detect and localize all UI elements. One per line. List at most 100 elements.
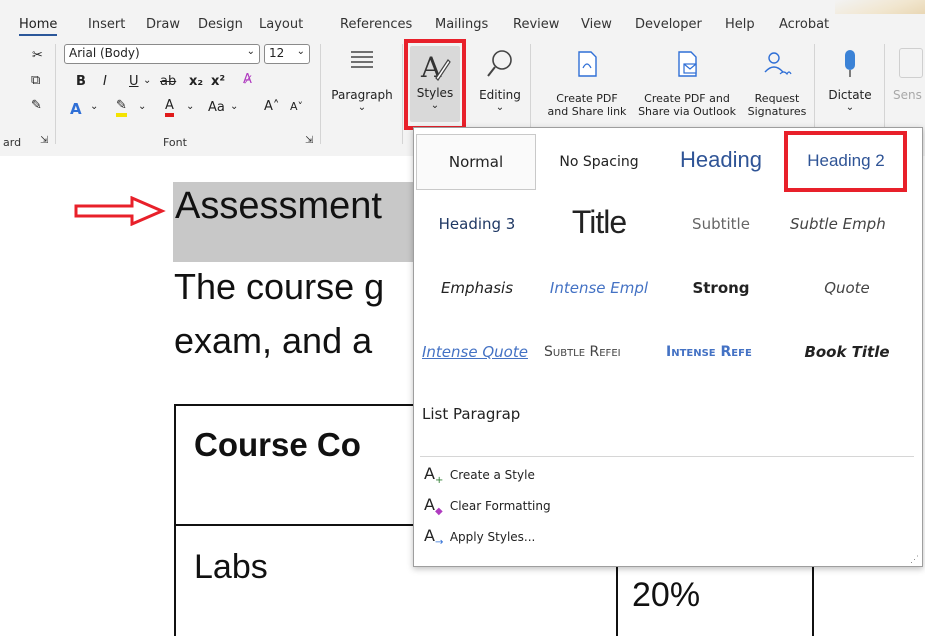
create-style-action[interactable]: A+ Create a Style [424, 464, 535, 486]
tab-help[interactable]: Help [725, 17, 755, 32]
create-pdf-outlook-button[interactable]: Create PDF and Share via Outlook [634, 50, 740, 118]
table-cell-labs[interactable]: Labs [194, 548, 268, 587]
cut-icon[interactable]: ✂ [32, 48, 43, 63]
style-title[interactable]: Title [538, 198, 660, 246]
clipboard-group-label: ard [3, 136, 22, 149]
clipboard-launcher-icon[interactable]: ⇲ [40, 135, 48, 146]
microphone-icon [845, 50, 855, 77]
dictate-button[interactable]: Dictate ⌄ [822, 48, 878, 113]
dropdown-divider [420, 456, 914, 457]
apply-styles-icon: A→ [424, 526, 444, 549]
chevron-down-icon: ⌄ [495, 102, 505, 113]
grow-font-button[interactable]: A˄ [264, 99, 279, 114]
style-heading-3[interactable]: Heading 3 [416, 200, 538, 248]
font-name-combobox[interactable]: Arial (Body) ⌄ [64, 44, 260, 64]
style-no-spacing[interactable]: No Spacing [538, 138, 660, 186]
sensitivity-button[interactable]: Sens [893, 48, 925, 102]
ribbon-tab-bar: Home Insert Draw Design Layout Reference… [0, 0, 925, 38]
request-signatures-button[interactable]: Request Signatures [742, 50, 812, 118]
bold-button[interactable]: B [76, 74, 86, 89]
styles-gallery-dropdown: Normal No Spacing Heading Heading 2 Head… [413, 127, 923, 567]
paragraph-button[interactable]: Paragraph ⌄ [326, 48, 398, 113]
font-name-value: Arial (Body) [69, 46, 140, 60]
tab-layout[interactable]: Layout [259, 17, 303, 32]
editing-button[interactable]: Editing ⌄ [474, 48, 526, 113]
title-bar-decoration [835, 0, 925, 14]
create-pdf-line1: Create PDF [556, 92, 618, 105]
table-cell-percent[interactable]: 20% [632, 576, 700, 615]
tab-home[interactable]: Home [19, 17, 58, 36]
sensitivity-label: Sens [893, 88, 922, 102]
create-pdf-line2: and Share link [547, 105, 627, 118]
style-strong[interactable]: Strong [660, 264, 782, 312]
highlight-color-icon[interactable]: ✎ [116, 99, 127, 117]
font-size-combobox[interactable]: 12 ⌄ [264, 44, 310, 64]
strikethrough-button[interactable]: ab [160, 74, 176, 89]
chevron-down-icon: ⌄ [246, 46, 255, 57]
copy-icon[interactable]: ⧉ [31, 73, 40, 88]
chevron-down-icon[interactable]: ⌄ [143, 75, 151, 86]
style-heading[interactable]: Heading [660, 136, 782, 184]
paragraph-icon [351, 51, 373, 68]
create-pdf-outlook-line2: Share via Outlook [638, 105, 736, 118]
paragraph-label: Paragraph [331, 88, 393, 102]
document-heading[interactable]: Assessment [175, 185, 382, 228]
tab-view[interactable]: View [581, 17, 612, 32]
tab-insert[interactable]: Insert [88, 17, 125, 32]
text-effects-button[interactable]: A [70, 100, 82, 118]
style-subtle-emphasis[interactable]: Subtle Emph [786, 200, 912, 248]
paragraph-line-2[interactable]: exam, and a [174, 320, 372, 362]
red-arrow-annotation [74, 196, 166, 226]
request-line2: Signatures [747, 105, 807, 118]
font-color-button[interactable]: A [165, 98, 174, 117]
apply-styles-action[interactable]: A→ Apply Styles... [424, 526, 535, 548]
chevron-down-icon: ⌄ [357, 102, 367, 113]
chevron-down-icon[interactable]: ⌄ [186, 101, 194, 112]
style-list-paragraph[interactable]: List Paragrap [416, 390, 544, 438]
tab-draw[interactable]: Draw [146, 17, 180, 32]
format-painter-icon[interactable]: ✎ [31, 98, 42, 113]
superscript-button[interactable]: x² [211, 74, 225, 89]
tab-developer[interactable]: Developer [635, 17, 702, 32]
tab-mailings[interactable]: Mailings [435, 17, 488, 32]
style-quote[interactable]: Quote [786, 264, 908, 312]
change-case-button[interactable]: Aa [208, 100, 225, 115]
paragraph-line-1[interactable]: The course g [174, 266, 384, 308]
style-intense-reference[interactable]: Intense Refe [660, 328, 788, 376]
create-pdf-share-link-button[interactable]: Create PDF and Share link [540, 50, 634, 118]
subscript-button[interactable]: x₂ [189, 74, 203, 89]
table-header-cell[interactable]: Course Co [194, 426, 361, 464]
style-emphasis[interactable]: Emphasis [416, 264, 538, 312]
clear-formatting-action[interactable]: A◆ Clear Formatting [424, 495, 551, 517]
style-book-title[interactable]: Book Title [786, 328, 908, 376]
style-subtle-reference[interactable]: Subtle Refei [538, 328, 666, 376]
style-subtitle[interactable]: Subtitle [660, 200, 782, 248]
font-group-label: Font [163, 136, 187, 149]
ribbon-separator [320, 44, 321, 144]
pdf-link-icon [578, 51, 597, 77]
chevron-down-icon[interactable]: ⌄ [90, 101, 98, 112]
tab-design[interactable]: Design [198, 17, 243, 32]
tab-references[interactable]: References [340, 17, 412, 32]
styles-highlight-box [404, 39, 466, 130]
tab-acrobat[interactable]: Acrobat [779, 17, 829, 32]
font-size-value: 12 [269, 46, 285, 60]
font-launcher-icon[interactable]: ⇲ [305, 135, 313, 146]
editing-label: Editing [479, 88, 521, 102]
underline-button[interactable]: U [129, 74, 139, 89]
signature-icon [764, 52, 792, 76]
clear-formatting-icon: A◆ [424, 495, 443, 518]
shrink-font-button[interactable]: A˅ [290, 100, 303, 113]
chevron-down-icon[interactable]: ⌄ [138, 101, 146, 112]
style-normal[interactable]: Normal [416, 134, 536, 190]
resize-grip-icon[interactable]: ⋰ [910, 554, 919, 565]
tab-review[interactable]: Review [513, 17, 559, 32]
chevron-down-icon: ⌄ [845, 102, 855, 113]
clear-formatting-icon[interactable]: A̷ [243, 72, 252, 87]
style-intense-emphasis[interactable]: Intense Empl [538, 264, 660, 312]
word-window: Home Insert Draw Design Layout Reference… [0, 0, 925, 636]
chevron-down-icon[interactable]: ⌄ [230, 101, 238, 112]
create-style-icon: A+ [424, 464, 444, 487]
italic-button[interactable]: I [103, 74, 107, 89]
style-intense-quote[interactable]: Intense Quote [416, 328, 544, 376]
